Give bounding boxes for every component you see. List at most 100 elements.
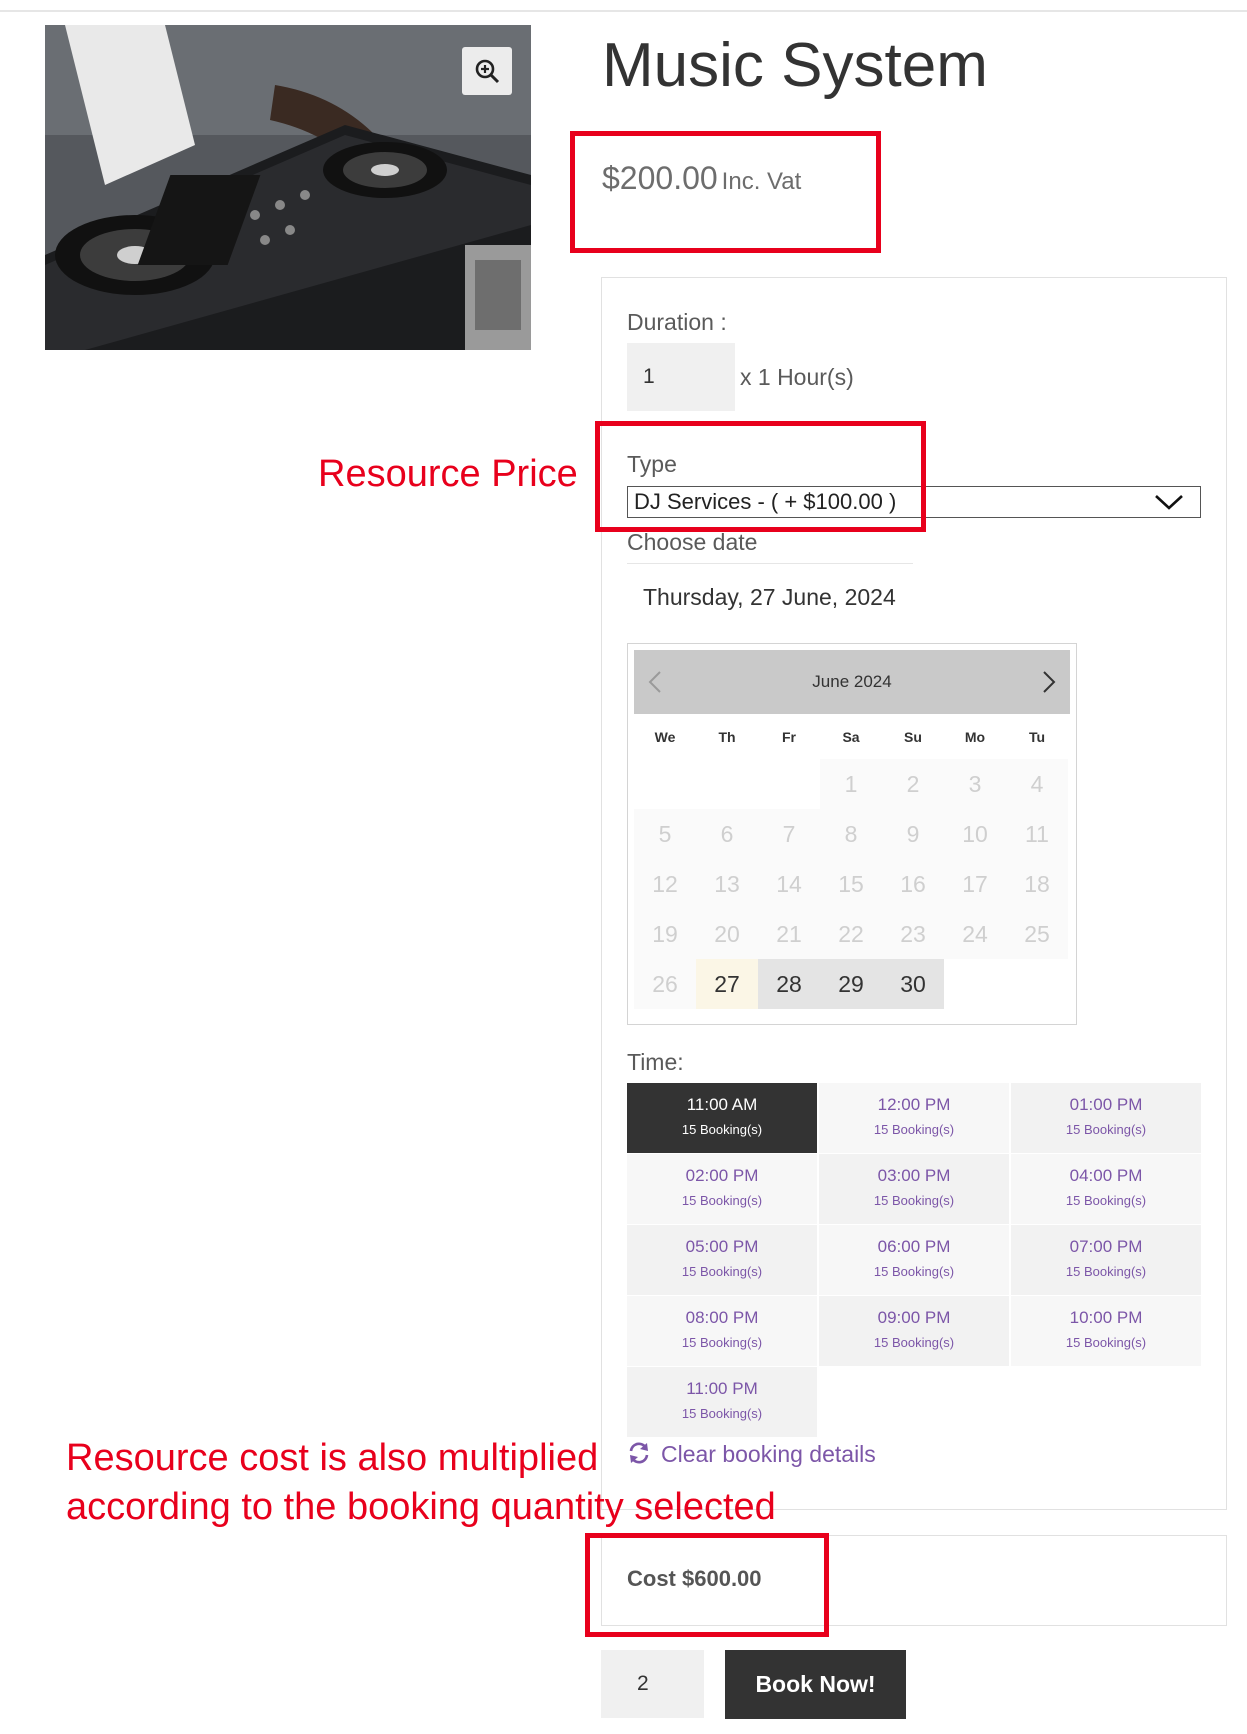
calendar-day-available[interactable]: 30 [882,959,944,1009]
calendar-day-disabled: 14 [758,859,820,909]
quantity-note-line2: according to the booking quantity select… [66,1486,776,1528]
weekday-mo: Mo [964,729,986,745]
clear-booking-label: Clear booking details [661,1441,876,1467]
time-slot[interactable]: 12:00 PM 15 Booking(s) [819,1083,1009,1153]
calendar-day-disabled: 6 [696,809,758,859]
zoom-button[interactable] [462,47,512,95]
time-slot[interactable]: 04:00 PM 15 Booking(s) [1011,1154,1201,1224]
duration-label: Duration : [627,309,727,335]
calendar-header: June 2024 [634,650,1070,714]
time-slot-bookings: 15 Booking(s) [1065,1335,1147,1350]
time-slot-time: 09:00 PM [877,1308,951,1327]
calendar-day-disabled: 3 [944,759,1006,809]
time-slot-time: 11:00 PM [686,1379,758,1398]
time-slot-time: 08:00 PM [685,1308,759,1327]
calendar-day-disabled: 11 [1006,809,1068,859]
time-slot[interactable]: 05:00 PM 15 Booking(s) [627,1225,817,1295]
zoom-in-icon [475,59,500,84]
time-slot-time: 12:00 PM [877,1095,951,1114]
time-slot-bookings: 15 Booking(s) [681,1122,763,1137]
calendar-day-disabled: 9 [882,809,944,859]
calendar-empty-cell [758,759,820,809]
calendar-day-available[interactable]: 28 [758,959,820,1009]
calendar-empty-cell [634,759,696,809]
calendar-day-disabled: 8 [820,809,882,859]
calendar-day-disabled: 26 [634,959,696,1009]
time-slot[interactable]: 10:00 PM 15 Booking(s) [1011,1296,1201,1366]
calendar-day-disabled: 13 [696,859,758,909]
calendar-empty-cell [696,759,758,809]
calendar-day-disabled: 21 [758,909,820,959]
clear-booking-link[interactable]: Clear booking details [627,1441,876,1468]
calendar-day-disabled: 16 [882,859,944,909]
time-slot-time: 10:00 PM [1069,1308,1143,1327]
time-slot-time: 01:00 PM [1069,1095,1143,1114]
time-slot-bookings: 15 Booking(s) [873,1335,955,1350]
calendar-day-disabled: 20 [696,909,758,959]
cost-highlight-box [585,1533,829,1637]
calendar-day-disabled: 10 [944,809,1006,859]
calendar-day-disabled: 19 [634,909,696,959]
product-image[interactable] [45,25,531,350]
chevron-down-icon [1155,495,1183,510]
time-slot[interactable]: 11:00 AM 15 Booking(s) [627,1083,817,1153]
time-slot-time: 03:00 PM [877,1166,951,1185]
calendar-day-disabled: 7 [758,809,820,859]
time-slot[interactable]: 03:00 PM 15 Booking(s) [819,1154,1009,1224]
book-now-button[interactable]: Book Now! [725,1650,906,1719]
date-field[interactable]: Thursday, 27 June, 2024 [627,563,913,611]
time-slot-bookings: 15 Booking(s) [873,1193,955,1208]
time-slot[interactable]: 09:00 PM 15 Booking(s) [819,1296,1009,1366]
time-slot[interactable]: 07:00 PM 15 Booking(s) [1011,1225,1201,1295]
duration-input[interactable]: 1 [627,343,735,411]
time-slot-bookings: 15 Booking(s) [681,1335,763,1350]
time-slot[interactable]: 06:00 PM 15 Booking(s) [819,1225,1009,1295]
refresh-icon [629,1442,649,1464]
time-slot-bookings: 15 Booking(s) [1065,1264,1147,1279]
time-slot-time: 04:00 PM [1069,1166,1143,1185]
time-slot-time: 11:00 AM [686,1095,758,1114]
calendar-day-disabled: 24 [944,909,1006,959]
calendar-day-disabled: 25 [1006,909,1068,959]
time-slot-bookings: 15 Booking(s) [1065,1122,1147,1137]
time-slot-bookings: 15 Booking(s) [681,1193,763,1208]
calendar-day-disabled: 4 [1006,759,1068,809]
calendar: June 2024 We Th Fr Sa Su Mo Tu 123456789… [627,643,1077,1025]
top-divider [0,10,1247,12]
time-label: Time: [627,1049,684,1075]
weekday-fr: Fr [782,729,796,745]
time-slot-bookings: 15 Booking(s) [873,1264,955,1279]
weekday-th: Th [718,729,736,745]
calendar-day-disabled: 22 [820,909,882,959]
weekday-sa: Sa [842,729,860,745]
weekday-tu: Tu [1028,729,1046,745]
price-highlight-box [570,131,881,253]
time-slot[interactable]: 11:00 PM 15 Booking(s) [627,1367,817,1437]
calendar-day-available[interactable]: 29 [820,959,882,1009]
resource-price-annotation: Resource Price [318,453,578,495]
date-label: Choose date [627,529,758,555]
time-slot-bookings: 15 Booking(s) [1065,1193,1147,1208]
time-slot[interactable]: 02:00 PM 15 Booking(s) [627,1154,817,1224]
type-highlight-box [595,421,926,532]
time-slot-time: 02:00 PM [685,1166,759,1185]
time-slot[interactable]: 01:00 PM 15 Booking(s) [1011,1083,1201,1153]
time-slot-time: 07:00 PM [1069,1237,1143,1256]
calendar-day-disabled: 12 [634,859,696,909]
calendar-day-disabled: 17 [944,859,1006,909]
time-slot[interactable]: 08:00 PM 15 Booking(s) [627,1296,817,1366]
weekday-su: Su [904,729,922,745]
next-month-icon[interactable] [1042,670,1056,694]
calendar-month: June 2024 [812,672,892,691]
quantity-input[interactable]: 2 [601,1650,704,1718]
calendar-day-disabled: 2 [882,759,944,809]
calendar-day-disabled: 23 [882,909,944,959]
calendar-day-disabled: 1 [820,759,882,809]
weekday-we: We [634,729,696,745]
duration-unit: x 1 Hour(s) [740,364,854,390]
calendar-day-disabled: 5 [634,809,696,859]
time-slot-time: 05:00 PM [685,1237,759,1256]
calendar-day-selected[interactable]: 27 [696,959,758,1009]
calendar-day-disabled: 18 [1006,859,1068,909]
product-title: Music System [602,31,988,100]
